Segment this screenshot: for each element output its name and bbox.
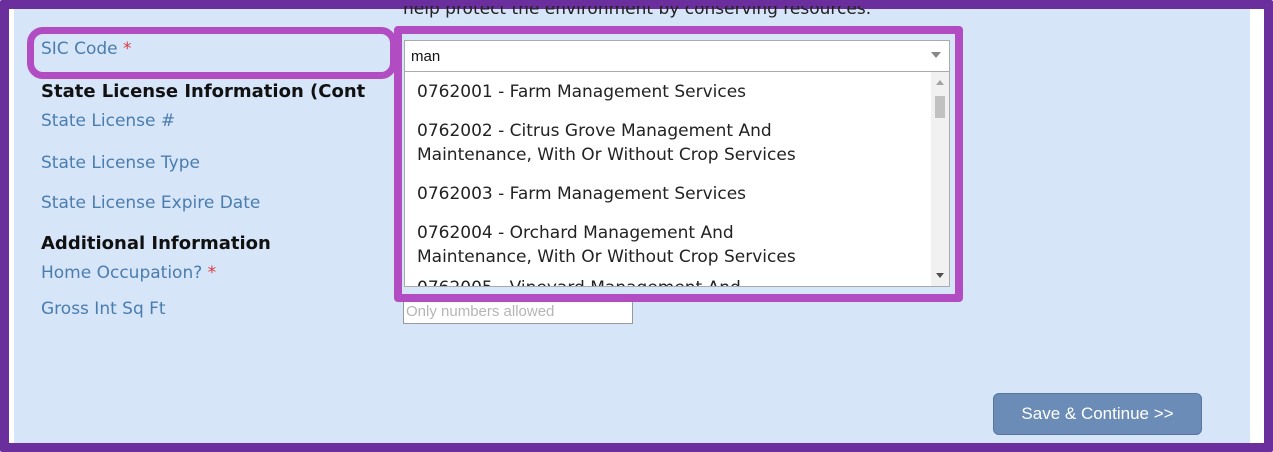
- sic-label-highlight: [27, 27, 397, 79]
- gross-sq-ft-label: Gross Int Sq Ft: [41, 299, 166, 319]
- state-license-type-label: State License Type: [41, 153, 200, 173]
- state-license-heading: State License Information (Cont: [41, 81, 366, 102]
- dropdown-highlight: [394, 26, 963, 302]
- required-asterisk: *: [207, 263, 217, 283]
- gross-sq-ft-input[interactable]: [403, 299, 633, 324]
- state-license-expire-label: State License Expire Date: [41, 193, 261, 213]
- intro-text: help protect the environment by conservi…: [403, 6, 872, 19]
- home-occupation-label: Home Occupation? *: [41, 263, 216, 283]
- additional-info-heading: Additional Information: [41, 233, 271, 254]
- state-license-number-label: State License #: [41, 111, 176, 131]
- home-occupation-label-text: Home Occupation?: [41, 263, 203, 283]
- save-continue-button[interactable]: Save & Continue >>: [993, 393, 1202, 435]
